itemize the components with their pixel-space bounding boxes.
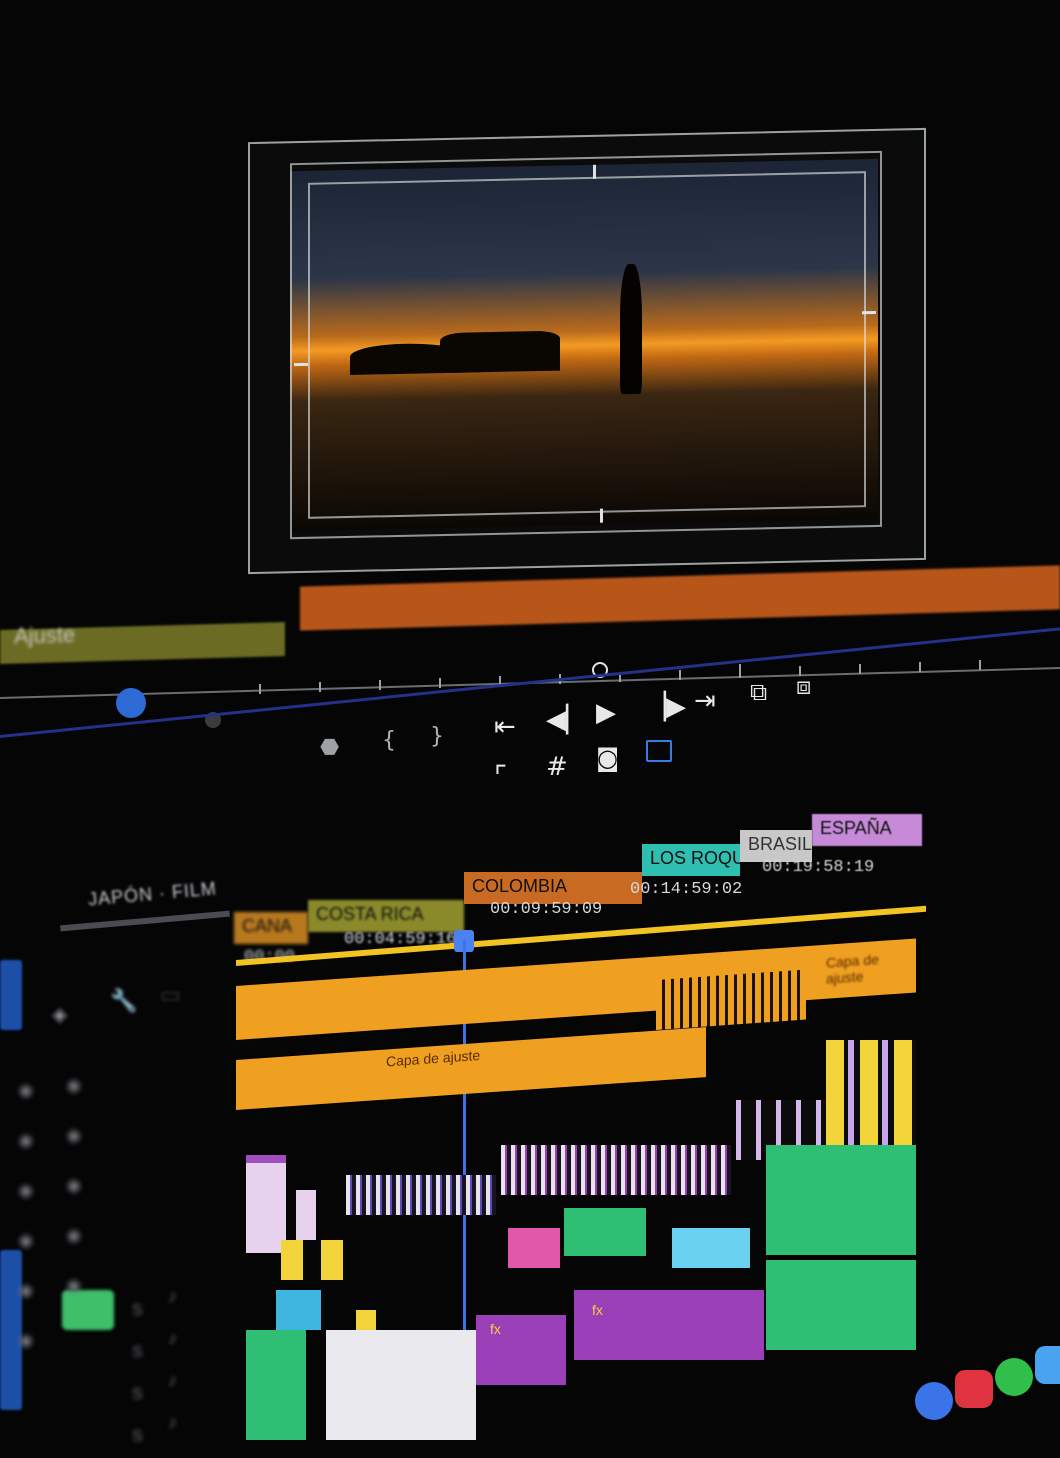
fx-badge: fx [490, 1321, 501, 1337]
fx-badge-2: fx [592, 1302, 603, 1318]
caption-icon[interactable]: ▭ [160, 982, 181, 1008]
audio-clip-green[interactable] [246, 1330, 306, 1440]
track-headers: ◈ 🔧 ▭ ◉ ◉ ◉ ◉ ◉ ◉ ◉ ◉ ◉ ◉ ◉ SSSS ♪ ♪ ♪ ♪ [0, 890, 240, 1445]
track-toggle-column-1[interactable]: ◉ ◉ ◉ ◉ ◉ ◉ [18, 1065, 34, 1365]
video-clip-strip-2[interactable] [501, 1145, 731, 1195]
marker-espana[interactable]: ESPAÑA [812, 814, 922, 846]
program-monitor[interactable] [248, 127, 926, 575]
edit-cuts-stripes[interactable] [656, 969, 806, 1030]
video-clip[interactable] [296, 1190, 316, 1240]
monitor-zoom-bar[interactable]: Ajuste [0, 510, 1060, 664]
browser-icon[interactable] [915, 1382, 953, 1420]
messages-icon[interactable] [995, 1358, 1033, 1396]
marker-costa-rica[interactable]: COSTA RICA [308, 900, 464, 932]
app-icon[interactable] [1035, 1346, 1060, 1384]
video-clip[interactable] [246, 1155, 286, 1253]
track-target-v[interactable] [0, 960, 22, 1030]
video-clip-pink[interactable] [508, 1228, 560, 1268]
safe-center-tick-right [862, 310, 876, 315]
audio-clip-purple-2[interactable]: fx [574, 1290, 764, 1360]
video-clip-yellow[interactable] [321, 1240, 343, 1280]
zoom-bar-marker-range [300, 565, 1060, 631]
title-safe-guide [308, 171, 866, 519]
mic-column[interactable]: ♪ ♪ ♪ ♪ [168, 1275, 177, 1443]
safe-center-tick-top [593, 164, 596, 179]
solo-column[interactable]: SSSS [132, 1290, 143, 1458]
music-icon[interactable] [955, 1370, 993, 1408]
audio-clip-purple[interactable]: fx [476, 1315, 566, 1385]
audio-clip-white[interactable] [326, 1330, 476, 1440]
track-toggle-column-2[interactable]: ◉ ◉ ◉ ◉ ◉ [66, 1060, 82, 1310]
timecode-4: 00:19:58:19 [762, 858, 875, 877]
safe-center-tick-left [294, 362, 308, 367]
video-clip-yellow-group[interactable] [826, 1040, 916, 1160]
video-clip-cyan[interactable] [672, 1228, 750, 1268]
timecode-2: 00:09:59:09 [490, 900, 603, 919]
video-clip-strip[interactable] [346, 1175, 496, 1215]
adjustment-label-2: Capa de ajuste [386, 1046, 481, 1070]
timecode-3: 00:14:59:02 [630, 880, 743, 899]
audio-clip-green-2[interactable] [766, 1260, 916, 1350]
adjustment-label: Capa de ajuste [826, 951, 879, 987]
video-clip-green[interactable] [564, 1208, 646, 1256]
video-clip-yellow[interactable] [281, 1240, 303, 1280]
monitor-playhead[interactable] [116, 688, 146, 718]
marker-los-roques[interactable]: LOS ROQUES [642, 844, 740, 876]
timeline-tracks[interactable]: Capa de ajuste Capa de ajuste fx fx [236, 938, 926, 1440]
zoom-label: Ajuste [14, 621, 76, 649]
video-clip-green-group[interactable] [766, 1145, 916, 1255]
snap-icon[interactable]: ◈ [52, 1002, 67, 1027]
safe-center-tick-bottom [600, 508, 603, 523]
wrench-icon[interactable]: 🔧 [110, 988, 137, 1014]
marker-cana[interactable]: CANA [234, 912, 308, 944]
audio-clip-cyan[interactable] [276, 1290, 321, 1330]
adjustment-layer-clip-2[interactable]: Capa de ajuste [236, 1027, 706, 1110]
